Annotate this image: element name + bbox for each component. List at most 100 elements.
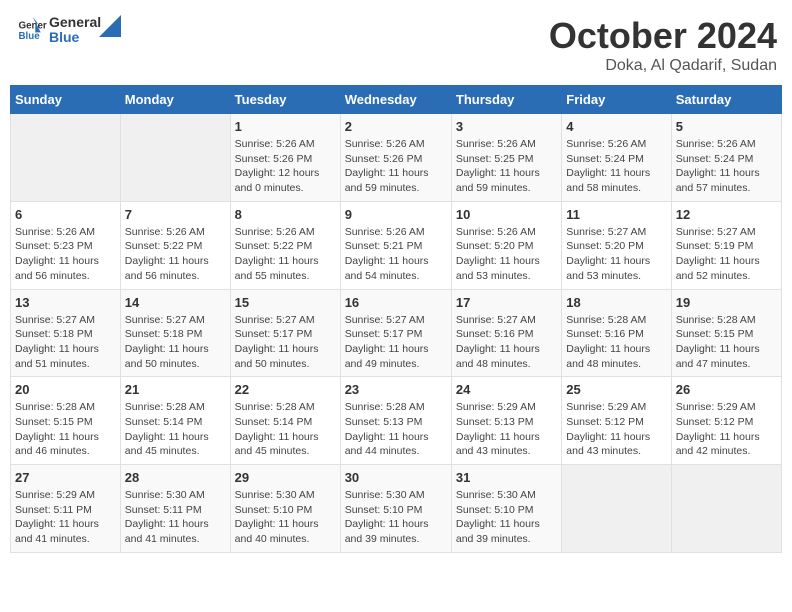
calendar-cell: 3Sunrise: 5:26 AMSunset: 5:25 PMDaylight… xyxy=(451,114,561,202)
day-number: 7 xyxy=(125,207,226,222)
calendar-body: 1 Sunrise: 5:26 AMSunset: 5:26 PMDaylight… xyxy=(11,114,782,553)
location: Doka, Al Qadarif, Sudan xyxy=(549,57,777,75)
day-number: 4 xyxy=(566,119,666,134)
day-info: Sunrise: 5:29 AMSunset: 5:12 PMDaylight:… xyxy=(566,400,666,459)
calendar-cell: 23 Sunrise: 5:28 AMSunset: 5:13 PMDayligh… xyxy=(340,377,451,465)
day-number: 21 xyxy=(125,382,226,397)
day-info: Sunrise: 5:26 AMSunset: 5:26 PMDaylight:… xyxy=(345,137,447,196)
calendar-cell: 29Sunrise: 5:30 AMSunset: 5:10 PMDayligh… xyxy=(230,465,340,553)
calendar-cell xyxy=(671,465,781,553)
header: General Blue General Blue October 2024 D… xyxy=(10,10,782,75)
day-number: 2 xyxy=(345,119,447,134)
day-info: Sunrise: 5:27 AMSunset: 5:20 PMDaylight:… xyxy=(566,225,666,284)
day-number: 28 xyxy=(125,470,226,485)
day-info: Sunrise: 5:26 AMSunset: 5:22 PMDaylight:… xyxy=(125,225,226,284)
calendar-cell: 6 Sunrise: 5:26 AMSunset: 5:23 PMDaylight… xyxy=(11,201,121,289)
day-number: 13 xyxy=(15,295,116,310)
calendar-cell: 18 Sunrise: 5:28 AMSunset: 5:16 PMDayligh… xyxy=(562,289,671,377)
day-number: 17 xyxy=(456,295,557,310)
day-number: 1 xyxy=(235,119,336,134)
day-info: Sunrise: 5:30 AMSunset: 5:10 PMDaylight:… xyxy=(345,488,447,547)
day-info: Sunrise: 5:28 AMSunset: 5:16 PMDaylight:… xyxy=(566,313,666,372)
calendar-cell xyxy=(11,114,121,202)
day-number: 16 xyxy=(345,295,447,310)
calendar-cell: 20Sunrise: 5:28 AMSunset: 5:15 PMDayligh… xyxy=(11,377,121,465)
day-number: 23 xyxy=(345,382,447,397)
day-number: 3 xyxy=(456,119,557,134)
calendar-cell: 25 Sunrise: 5:29 AMSunset: 5:12 PMDayligh… xyxy=(562,377,671,465)
logo-general-text: General xyxy=(49,15,101,30)
calendar-cell xyxy=(120,114,230,202)
calendar-cell: 17 Sunrise: 5:27 AMSunset: 5:16 PMDayligh… xyxy=(451,289,561,377)
day-number: 14 xyxy=(125,295,226,310)
day-info: Sunrise: 5:27 AMSunset: 5:16 PMDaylight:… xyxy=(456,313,557,372)
day-number: 30 xyxy=(345,470,447,485)
day-info: Sunrise: 5:27 AMSunset: 5:19 PMDaylight:… xyxy=(676,225,777,284)
day-number: 19 xyxy=(676,295,777,310)
day-info: Sunrise: 5:27 AMSunset: 5:17 PMDaylight:… xyxy=(345,313,447,372)
calendar-cell: 22Sunrise: 5:28 AMSunset: 5:14 PMDayligh… xyxy=(230,377,340,465)
svg-text:Blue: Blue xyxy=(19,31,41,42)
title-area: October 2024 Doka, Al Qadarif, Sudan xyxy=(549,15,777,75)
calendar-cell: 9 Sunrise: 5:26 AMSunset: 5:21 PMDaylight… xyxy=(340,201,451,289)
day-number: 26 xyxy=(676,382,777,397)
calendar-week-0: 1 Sunrise: 5:26 AMSunset: 5:26 PMDaylight… xyxy=(11,114,782,202)
day-number: 6 xyxy=(15,207,116,222)
day-info: Sunrise: 5:29 AMSunset: 5:11 PMDaylight:… xyxy=(15,488,116,547)
day-info: Sunrise: 5:26 AMSunset: 5:24 PMDaylight:… xyxy=(566,137,666,196)
day-number: 10 xyxy=(456,207,557,222)
weekday-header-sunday: Sunday xyxy=(11,86,121,114)
calendar-cell: 27Sunrise: 5:29 AMSunset: 5:11 PMDayligh… xyxy=(11,465,121,553)
calendar-cell: 16 Sunrise: 5:27 AMSunset: 5:17 PMDayligh… xyxy=(340,289,451,377)
calendar-cell: 19 Sunrise: 5:28 AMSunset: 5:15 PMDayligh… xyxy=(671,289,781,377)
day-info: Sunrise: 5:29 AMSunset: 5:13 PMDaylight:… xyxy=(456,400,557,459)
month-title: October 2024 xyxy=(549,15,777,57)
logo-arrow-icon xyxy=(99,15,121,37)
calendar-cell: 30 Sunrise: 5:30 AMSunset: 5:10 PMDayligh… xyxy=(340,465,451,553)
day-info: Sunrise: 5:26 AMSunset: 5:26 PMDaylight:… xyxy=(235,137,336,196)
day-info: Sunrise: 5:28 AMSunset: 5:15 PMDaylight:… xyxy=(676,313,777,372)
weekday-header-saturday: Saturday xyxy=(671,86,781,114)
day-info: Sunrise: 5:30 AMSunset: 5:10 PMDaylight:… xyxy=(456,488,557,547)
weekday-header-friday: Friday xyxy=(562,86,671,114)
calendar-cell: 7 Sunrise: 5:26 AMSunset: 5:22 PMDaylight… xyxy=(120,201,230,289)
logo-blue-text: Blue xyxy=(49,30,101,45)
day-number: 20 xyxy=(15,382,116,397)
calendar-week-1: 6 Sunrise: 5:26 AMSunset: 5:23 PMDaylight… xyxy=(11,201,782,289)
day-info: Sunrise: 5:26 AMSunset: 5:21 PMDaylight:… xyxy=(345,225,447,284)
day-info: Sunrise: 5:28 AMSunset: 5:14 PMDaylight:… xyxy=(125,400,226,459)
day-number: 18 xyxy=(566,295,666,310)
day-info: Sunrise: 5:26 AMSunset: 5:20 PMDaylight:… xyxy=(456,225,557,284)
day-info: Sunrise: 5:26 AMSunset: 5:24 PMDaylight:… xyxy=(676,137,777,196)
day-info: Sunrise: 5:27 AMSunset: 5:17 PMDaylight:… xyxy=(235,313,336,372)
calendar-cell: 21 Sunrise: 5:28 AMSunset: 5:14 PMDayligh… xyxy=(120,377,230,465)
calendar-cell: 31Sunrise: 5:30 AMSunset: 5:10 PMDayligh… xyxy=(451,465,561,553)
day-number: 15 xyxy=(235,295,336,310)
day-number: 5 xyxy=(676,119,777,134)
weekday-header-row: SundayMondayTuesdayWednesdayThursdayFrid… xyxy=(11,86,782,114)
calendar-cell xyxy=(562,465,671,553)
day-number: 11 xyxy=(566,207,666,222)
logo-icon: General Blue xyxy=(17,15,47,45)
day-info: Sunrise: 5:28 AMSunset: 5:13 PMDaylight:… xyxy=(345,400,447,459)
day-info: Sunrise: 5:27 AMSunset: 5:18 PMDaylight:… xyxy=(15,313,116,372)
day-number: 9 xyxy=(345,207,447,222)
calendar-week-3: 20Sunrise: 5:28 AMSunset: 5:15 PMDayligh… xyxy=(11,377,782,465)
weekday-header-monday: Monday xyxy=(120,86,230,114)
day-info: Sunrise: 5:27 AMSunset: 5:18 PMDaylight:… xyxy=(125,313,226,372)
day-info: Sunrise: 5:29 AMSunset: 5:12 PMDaylight:… xyxy=(676,400,777,459)
calendar-cell: 13 Sunrise: 5:27 AMSunset: 5:18 PMDayligh… xyxy=(11,289,121,377)
calendar-week-2: 13 Sunrise: 5:27 AMSunset: 5:18 PMDayligh… xyxy=(11,289,782,377)
logo: General Blue General Blue xyxy=(15,15,121,46)
calendar-cell: 11 Sunrise: 5:27 AMSunset: 5:20 PMDayligh… xyxy=(562,201,671,289)
calendar-cell: 26 Sunrise: 5:29 AMSunset: 5:12 PMDayligh… xyxy=(671,377,781,465)
day-number: 29 xyxy=(235,470,336,485)
day-number: 25 xyxy=(566,382,666,397)
day-number: 12 xyxy=(676,207,777,222)
weekday-header-tuesday: Tuesday xyxy=(230,86,340,114)
calendar-cell: 14 Sunrise: 5:27 AMSunset: 5:18 PMDayligh… xyxy=(120,289,230,377)
day-info: Sunrise: 5:26 AMSunset: 5:23 PMDaylight:… xyxy=(15,225,116,284)
svg-text:General: General xyxy=(19,21,48,32)
calendar-cell: 12 Sunrise: 5:27 AMSunset: 5:19 PMDayligh… xyxy=(671,201,781,289)
calendar-cell: 10 Sunrise: 5:26 AMSunset: 5:20 PMDayligh… xyxy=(451,201,561,289)
